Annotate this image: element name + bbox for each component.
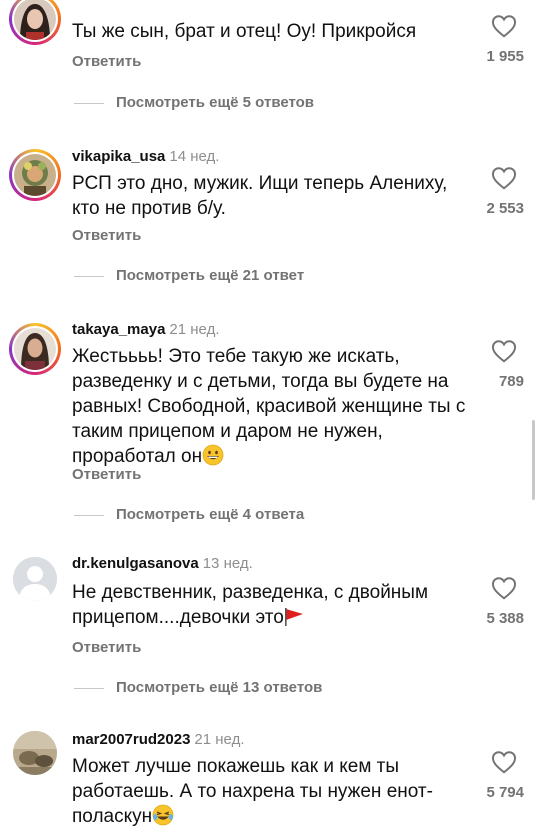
heart-outline-icon[interactable] xyxy=(491,14,517,38)
like-count: 1 955 xyxy=(486,48,524,65)
comment-text: Ты же сын, брат и отец! Оу! Прикройся xyxy=(72,21,417,42)
reply-button[interactable]: Ответить xyxy=(72,466,141,483)
like-count: 5 794 xyxy=(486,784,524,801)
comment-text-content: Жестьььь! Это тебе такую же искать, разв… xyxy=(72,346,466,467)
view-more-replies-label[interactable]: Посмотреть ещё 4 ответа xyxy=(116,506,304,523)
comment-meta: mar2007rud2023 21 нед. xyxy=(72,731,245,748)
avatar[interactable] xyxy=(13,731,57,775)
view-more-replies-label[interactable]: Посмотреть ещё 13 ответов xyxy=(116,679,322,696)
like-count: 789 xyxy=(498,373,524,390)
default-avatar-icon xyxy=(13,557,57,601)
username[interactable]: takaya_maya xyxy=(72,321,165,338)
divider xyxy=(74,103,104,104)
comment-text: Жестьььь! Это тебе такую же искать, разв… xyxy=(72,344,472,469)
like-count: 5 388 xyxy=(486,610,524,627)
scrollbar[interactable] xyxy=(532,420,535,500)
comment-text-content: Не девственник, разведенка, с двойным пр… xyxy=(72,582,429,628)
laughing-tears-face-emoji-icon xyxy=(152,804,174,826)
comment-meta: dr.kenulgasanova 13 нед. xyxy=(72,555,253,572)
heart-outline-icon[interactable] xyxy=(491,576,517,600)
heart-outline-icon[interactable] xyxy=(491,750,517,774)
red-flag-emoji-icon xyxy=(284,608,303,626)
timestamp: 14 нед. xyxy=(169,148,220,165)
like-count: 2 553 xyxy=(486,200,524,217)
comment-meta: takaya_maya 21 нед. xyxy=(72,321,220,338)
comment-meta: vikapika_usa 14 нед. xyxy=(72,148,219,165)
divider xyxy=(74,515,104,516)
grinning-face-emoji-icon xyxy=(202,444,224,466)
timestamp: 21 нед. xyxy=(194,731,245,748)
timestamp: 13 нед. xyxy=(202,555,253,572)
reply-button[interactable]: Ответить xyxy=(72,227,141,244)
avatar[interactable] xyxy=(13,557,57,601)
reply-button[interactable]: Ответить xyxy=(72,639,141,656)
divider xyxy=(74,688,104,689)
heart-outline-icon[interactable] xyxy=(491,166,517,190)
timestamp: 21 нед. xyxy=(169,321,220,338)
heart-outline-icon[interactable] xyxy=(491,339,517,363)
avatar[interactable] xyxy=(9,0,61,45)
username[interactable]: mar2007rud2023 xyxy=(72,731,190,748)
comment-text: РСП это дно, мужик. Ищи теперь Алениху, … xyxy=(72,173,448,219)
divider xyxy=(74,276,104,277)
username[interactable]: dr.kenulgasanova xyxy=(72,555,199,572)
comment-text: Не девственник, разведенка, с двойным пр… xyxy=(72,580,472,630)
view-more-replies-label[interactable]: Посмотреть ещё 21 ответ xyxy=(116,267,304,284)
username[interactable]: vikapika_usa xyxy=(72,148,165,165)
comment-text: Может лучше покажешь как и кем ты работа… xyxy=(72,754,472,829)
avatar[interactable] xyxy=(9,323,61,375)
comment-text-content: Может лучше покажешь как и кем ты работа… xyxy=(72,756,433,827)
avatar[interactable] xyxy=(9,149,61,201)
view-more-replies-label[interactable]: Посмотреть ещё 5 ответов xyxy=(116,94,314,111)
reply-button[interactable]: Ответить xyxy=(72,53,141,70)
